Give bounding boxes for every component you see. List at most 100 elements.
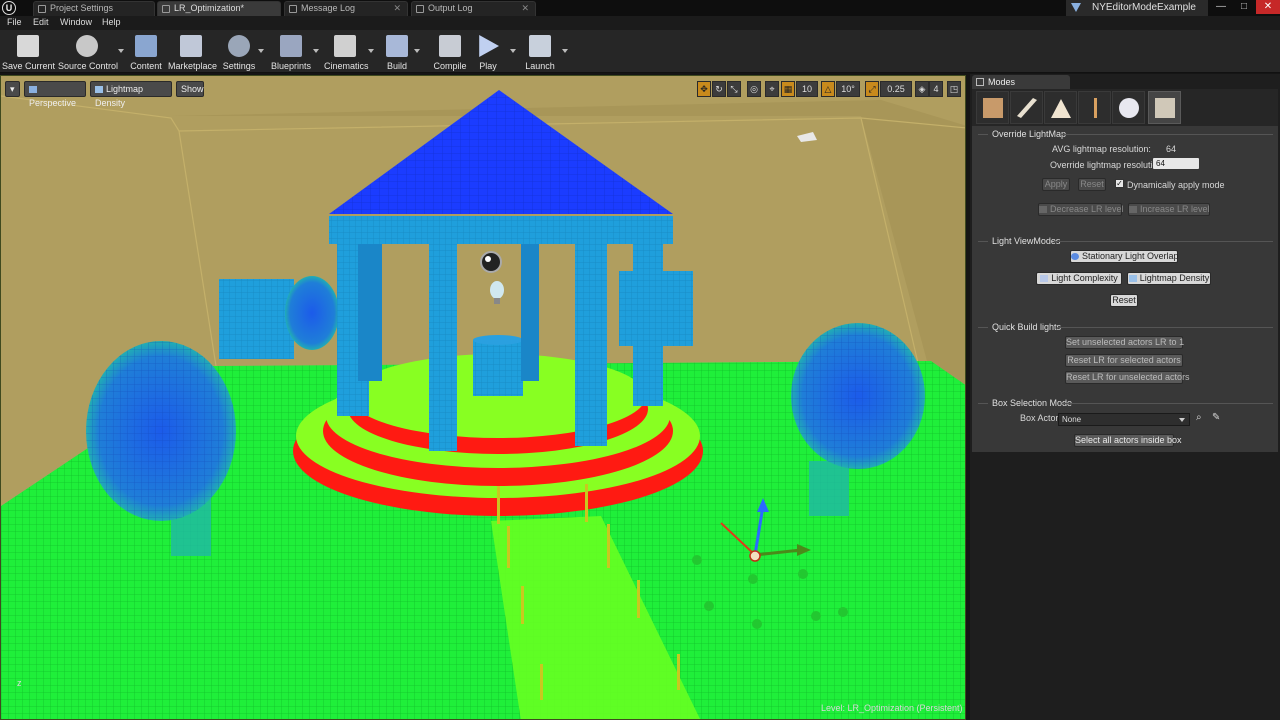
foliage-mode-button[interactable] (1078, 91, 1111, 124)
content-button[interactable]: Content (129, 32, 163, 72)
chevron-down-icon[interactable] (313, 49, 319, 53)
tab-output-log[interactable]: Output Log ✕ (411, 1, 536, 16)
save-current-button[interactable]: Save Current (2, 32, 55, 72)
menu-window[interactable]: Window (60, 17, 92, 27)
tab-label: LR_Optimization* (174, 3, 245, 13)
set-unselected-lr-button[interactable]: Set unselected actors LR to 1 (1065, 336, 1184, 349)
rotation-snap-icon[interactable]: △ (821, 81, 835, 97)
box-actor-label: Box Actor: (1020, 413, 1062, 423)
divider (978, 403, 988, 404)
reset-button[interactable]: Reset (1078, 178, 1106, 191)
chevron-down-icon[interactable] (258, 49, 264, 53)
chevron-down-icon[interactable] (510, 49, 516, 53)
lightmap-density-button[interactable]: Lightmap Density (1127, 272, 1211, 285)
blueprint-icon (280, 35, 302, 57)
unreal-logo-icon: U (2, 1, 16, 15)
place-mode-button[interactable] (976, 91, 1009, 124)
rotation-snap-value[interactable]: 10° (836, 81, 860, 97)
light-viewmodes-header: Light ViewModes (992, 236, 1061, 246)
camera-speed-icon[interactable]: ◈ (915, 81, 929, 97)
menu-help[interactable]: Help (102, 17, 121, 27)
chevron-down-icon[interactable] (368, 49, 374, 53)
paint-mode-button[interactable] (1010, 91, 1043, 124)
scale-snap-icon[interactable]: ⤢ (865, 81, 879, 97)
maximize-viewport-icon[interactable]: ◳ (947, 81, 961, 97)
landscape-mode-button[interactable] (1044, 91, 1077, 124)
chevron-down-icon[interactable] (118, 49, 124, 53)
minimize-button[interactable]: — (1210, 0, 1232, 14)
build-icon (386, 35, 408, 57)
increase-lr-button[interactable]: Increase LR level (1128, 203, 1210, 216)
translate-tool-icon[interactable]: ✥ (697, 81, 711, 97)
perspective-button[interactable]: Perspective (24, 81, 86, 108)
box-actor-dropdown[interactable]: None (1058, 413, 1190, 426)
decrease-lr-label: Decrease LR level (1050, 204, 1124, 214)
rotate-tool-icon[interactable]: ↻ (712, 81, 726, 97)
menu-edit[interactable]: Edit (33, 17, 49, 27)
view-mode-icon (95, 86, 103, 93)
custom-mode-button[interactable] (1148, 91, 1181, 124)
grid-snap-icon[interactable]: ▦ (781, 81, 795, 97)
grid-snap-value[interactable]: 10 (796, 81, 818, 97)
close-icon[interactable]: ✕ (521, 2, 529, 15)
launch-icon (529, 35, 551, 57)
tab-label: Message Log (301, 3, 356, 13)
close-window-button[interactable]: ✕ (1256, 0, 1280, 14)
tab-message-log[interactable]: Message Log ✕ (284, 1, 408, 16)
play-label: Play (479, 61, 497, 71)
settings-button[interactable]: Settings (222, 32, 264, 72)
custom-mode-icon (1155, 98, 1175, 118)
override-resolution-label: Override lightmap resolution: (1050, 160, 1166, 170)
close-icon[interactable]: ✕ (393, 2, 401, 15)
tab-label: Project Settings (50, 3, 114, 13)
modes-panel: Modes Override LightMap AVG lightmap res… (970, 74, 1280, 720)
cinematics-label: Cinematics (324, 61, 369, 71)
divider (1054, 241, 1273, 242)
browse-search-icon[interactable]: ⌕ (1196, 412, 1202, 423)
scale-tool-icon[interactable]: ⤡ (727, 81, 741, 97)
modes-tab[interactable]: Modes (972, 75, 1070, 89)
menu-bar: File Edit Window Help (0, 16, 1280, 30)
tab-project-settings[interactable]: Project Settings (33, 1, 155, 16)
axis-indicator: z (17, 678, 22, 688)
play-button[interactable]: Play (474, 32, 516, 72)
override-lightmap-header: Override LightMap (992, 129, 1067, 139)
light-mode-button[interactable] (1112, 91, 1145, 124)
box-selection-header: Box Selection Mode (992, 398, 1073, 408)
level-viewport[interactable]: ▾ Perspective Lightmap Density Show ✥ ↻ … (0, 75, 966, 720)
chevron-down-icon[interactable] (562, 49, 568, 53)
stationary-overlap-button[interactable]: Stationary Light Overlap (1070, 250, 1179, 263)
viewport-options-button[interactable]: ▾ (5, 81, 20, 97)
chevron-down-icon[interactable] (414, 49, 420, 53)
launch-button[interactable]: Launch (524, 32, 568, 72)
viewport-scene[interactable] (1, 76, 966, 720)
camera-speed-value[interactable]: 4 (929, 81, 943, 97)
blueprints-button[interactable]: Blueprints (271, 32, 319, 72)
view-mode-button[interactable]: Lightmap Density (90, 81, 172, 108)
viewmode-reset-button[interactable]: Reset (1110, 294, 1138, 307)
marketplace-button[interactable]: Marketplace (168, 32, 217, 72)
divider (978, 327, 988, 328)
eyedropper-icon[interactable]: ✎ (1212, 412, 1220, 423)
menu-file[interactable]: File (7, 17, 22, 27)
tab-lr-optimization[interactable]: LR_Optimization* (157, 1, 281, 16)
source-control-button[interactable]: Source Control (58, 32, 124, 72)
surface-snap-icon[interactable]: ⌖ (765, 81, 779, 97)
decrease-icon (1039, 206, 1047, 213)
decrease-lr-button[interactable]: Decrease LR level (1038, 203, 1124, 216)
select-inside-box-button[interactable]: Select all actors inside box (1074, 434, 1182, 447)
maximize-button[interactable]: □ (1233, 0, 1255, 14)
cinematics-button[interactable]: Cinematics (324, 32, 374, 72)
reset-selected-lr-button[interactable]: Reset LR for selected actors (1065, 354, 1183, 367)
compile-button[interactable]: Compile (432, 32, 468, 72)
override-resolution-input[interactable]: 64 (1153, 158, 1199, 169)
light-complexity-button[interactable]: Light Complexity (1036, 272, 1122, 285)
apply-button[interactable]: Apply (1042, 178, 1070, 191)
show-button[interactable]: Show (176, 81, 204, 97)
world-space-icon[interactable]: ◎ (747, 81, 761, 97)
dynamic-apply-checkbox[interactable]: ✓ (1115, 179, 1124, 188)
reset-unselected-lr-button[interactable]: Reset LR for unselected actors (1065, 371, 1190, 384)
main-toolbar: Save Current Source Control Content Mark… (0, 30, 1280, 73)
scale-snap-value[interactable]: 0.25 (880, 81, 912, 97)
build-button[interactable]: Build (382, 32, 420, 72)
